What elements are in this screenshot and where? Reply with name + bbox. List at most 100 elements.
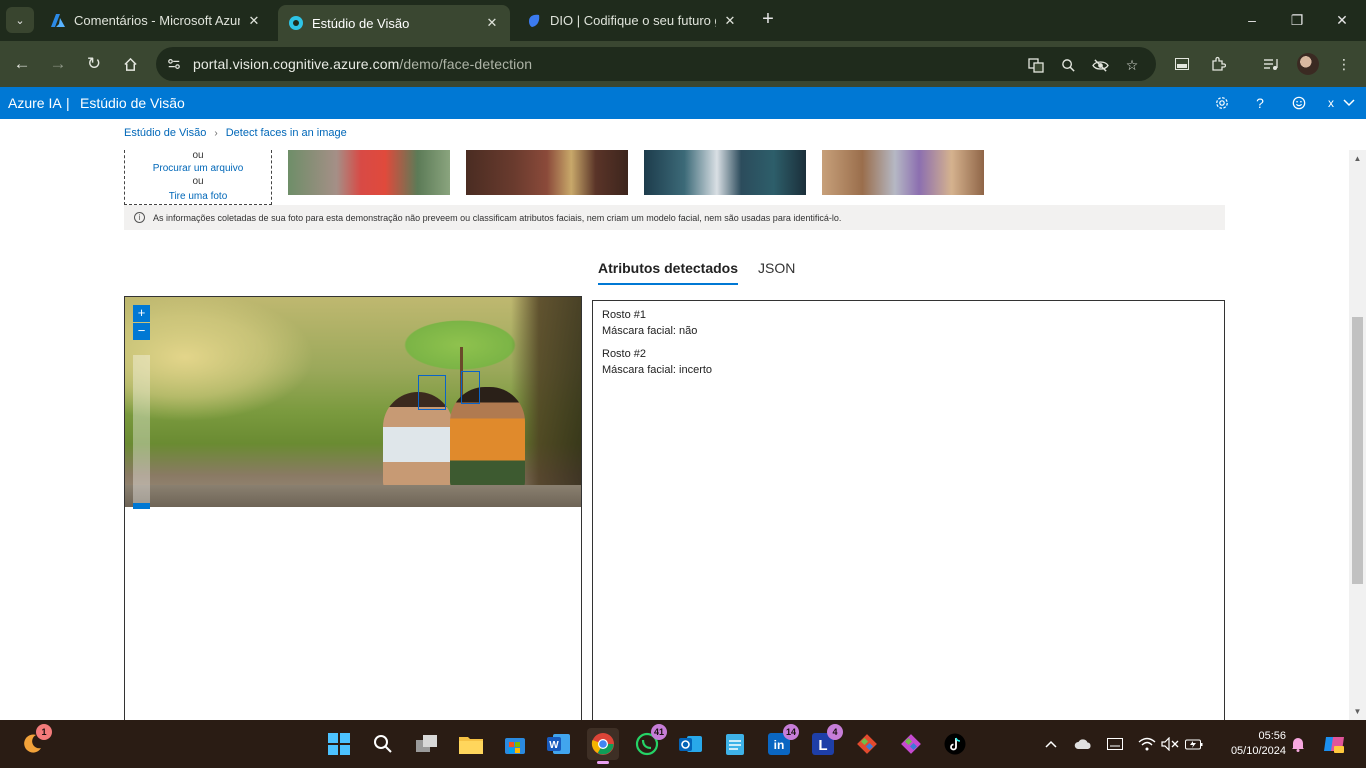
face-box-1[interactable] bbox=[418, 375, 446, 410]
face-title: Rosto #2 bbox=[602, 348, 647, 360]
side-panel-icon[interactable] bbox=[1171, 53, 1193, 75]
weather-badge: 1 bbox=[36, 724, 52, 740]
feedback-smiley-icon[interactable] bbox=[1289, 93, 1309, 113]
reload-icon[interactable]: ↻ bbox=[80, 50, 108, 78]
sample-image-people-sitting[interactable] bbox=[644, 150, 806, 195]
close-icon[interactable]: ✕ bbox=[484, 15, 500, 31]
azure-ai-brand[interactable]: Azure IA bbox=[8, 95, 62, 111]
header-separator: | bbox=[66, 95, 70, 111]
battery-charging-icon[interactable] bbox=[1184, 734, 1204, 754]
scrollbar-thumb[interactable] bbox=[1352, 317, 1363, 584]
new-tab-button[interactable]: + bbox=[757, 9, 779, 31]
chevron-down-icon[interactable] bbox=[1339, 93, 1359, 113]
sample-image-woman-red[interactable] bbox=[288, 150, 450, 195]
input-keyboard-icon[interactable] bbox=[1105, 734, 1125, 754]
vision-studio-title[interactable]: Estúdio de Visão bbox=[80, 95, 185, 111]
show-hidden-icons-chevron-icon[interactable] bbox=[1041, 734, 1061, 754]
file-explorer-icon[interactable] bbox=[455, 728, 487, 760]
git-icon[interactable] bbox=[851, 728, 883, 760]
media-controls-icon[interactable] bbox=[1260, 53, 1282, 75]
outlook-icon[interactable] bbox=[675, 728, 707, 760]
url-path: /demo/face-detection bbox=[399, 56, 533, 72]
help-icon[interactable]: ? bbox=[1250, 93, 1270, 113]
tab-vision-studio[interactable]: Estúdio de Visão ✕ bbox=[278, 5, 510, 41]
site-info-icon[interactable] bbox=[164, 54, 184, 74]
sample-image-girl-mask[interactable] bbox=[822, 150, 984, 195]
scroll-down-arrow-icon[interactable]: ▼ bbox=[1349, 703, 1366, 720]
chevron-right-icon: › bbox=[214, 127, 218, 139]
svg-text:L: L bbox=[818, 737, 827, 754]
wifi-icon[interactable] bbox=[1137, 734, 1157, 754]
notepad-icon[interactable] bbox=[719, 728, 751, 760]
close-icon[interactable]: ✕ bbox=[246, 13, 262, 29]
upload-dropzone[interactable]: ou Procurar um arquivo ou Tire uma foto bbox=[124, 150, 272, 205]
svg-text:in: in bbox=[774, 738, 785, 752]
result-tabs: Atributos detectados JSON bbox=[598, 260, 815, 285]
face-result: Rosto #2 Máscara facial: incerto bbox=[602, 346, 1215, 378]
linkedin-icon[interactable]: in 14 bbox=[763, 724, 799, 760]
microsoft-store-icon[interactable] bbox=[499, 728, 531, 760]
tab-search-chevron-icon[interactable]: ⌄ bbox=[6, 7, 34, 33]
settings-gear-icon[interactable] bbox=[1212, 93, 1232, 113]
home-icon[interactable] bbox=[116, 50, 144, 78]
copilot-icon[interactable] bbox=[1322, 732, 1346, 756]
browse-file-link[interactable]: Procurar um arquivo bbox=[125, 162, 271, 176]
tab-json[interactable]: JSON bbox=[758, 260, 795, 285]
close-icon[interactable]: ✕ bbox=[722, 13, 738, 29]
system-clock[interactable]: 05:56 05/10/2024 bbox=[1218, 729, 1286, 759]
tab-azure-comments[interactable]: Comentários - Microsoft Azure ✕ bbox=[40, 5, 272, 36]
face-mask-attribute: Máscara facial: incerto bbox=[602, 364, 713, 376]
sample-image-man-guitar[interactable] bbox=[466, 150, 628, 195]
whatsapp-icon[interactable]: 41 bbox=[631, 724, 667, 760]
back-icon[interactable]: ← bbox=[8, 50, 36, 78]
search-icon[interactable] bbox=[367, 728, 399, 760]
chrome-icon[interactable] bbox=[587, 728, 619, 764]
notifications-bell-icon[interactable] bbox=[1288, 734, 1308, 754]
onedrive-cloud-icon[interactable] bbox=[1073, 734, 1093, 754]
photo-ground bbox=[125, 485, 581, 507]
minimize-icon[interactable]: – bbox=[1240, 8, 1264, 32]
zoom-out-button[interactable]: − bbox=[133, 323, 150, 340]
tab-detected-attributes[interactable]: Atributos detectados bbox=[598, 260, 739, 285]
git-gui-icon[interactable] bbox=[895, 728, 927, 760]
start-button[interactable] bbox=[323, 728, 355, 760]
tiktok-icon[interactable] bbox=[939, 728, 971, 760]
zoom-in-button[interactable]: + bbox=[133, 305, 150, 322]
tab-title: DIO | Codifique o seu futuro glo bbox=[550, 13, 716, 28]
weather-widget[interactable]: 1 bbox=[16, 724, 52, 760]
forward-icon[interactable]: → bbox=[44, 50, 72, 78]
user-initial[interactable]: x bbox=[1321, 93, 1341, 113]
address-bar[interactable]: portal.vision.cognitive.azure.com/demo/f… bbox=[156, 47, 1156, 81]
word-icon[interactable]: W bbox=[543, 728, 575, 760]
profile-avatar[interactable] bbox=[1297, 53, 1319, 75]
take-photo-link[interactable]: Tire uma foto bbox=[125, 190, 271, 204]
window-close-icon[interactable]: ✕ bbox=[1330, 8, 1354, 32]
breadcrumb-home-link[interactable]: Estúdio de Visão bbox=[124, 127, 206, 139]
l-app-icon[interactable]: L 4 bbox=[807, 724, 843, 760]
active-app-indicator bbox=[597, 761, 609, 764]
zoom-icon[interactable] bbox=[1057, 54, 1079, 76]
clock-date: 05/10/2024 bbox=[1230, 745, 1286, 757]
zoom-slider-thumb[interactable] bbox=[133, 503, 150, 509]
browser-menu-icon[interactable]: ⋮ bbox=[1333, 53, 1355, 75]
tab-dio[interactable]: DIO | Codifique o seu futuro glo ✕ bbox=[516, 5, 748, 36]
breadcrumb-current[interactable]: Detect faces in an image bbox=[226, 127, 347, 139]
svg-text:W: W bbox=[549, 740, 559, 751]
page-scrollbar[interactable]: ▲ ▼ bbox=[1349, 150, 1366, 720]
l-app-badge: 4 bbox=[827, 724, 843, 740]
detected-attributes-panel: Rosto #1 Máscara facial: não Rosto #2 Má… bbox=[592, 300, 1225, 726]
translate-icon[interactable] bbox=[1025, 54, 1047, 76]
tab-title: Comentários - Microsoft Azure bbox=[74, 13, 240, 28]
url-text[interactable]: portal.vision.cognitive.azure.com/demo/f… bbox=[193, 56, 532, 72]
azure-icon bbox=[50, 13, 66, 29]
zoom-slider-track[interactable] bbox=[133, 355, 150, 505]
volume-muted-icon[interactable] bbox=[1160, 734, 1180, 754]
restore-icon[interactable]: ❐ bbox=[1285, 8, 1309, 32]
scroll-up-arrow-icon[interactable]: ▲ bbox=[1349, 150, 1366, 167]
breadcrumb: Estúdio de Visão › Detect faces in an im… bbox=[124, 127, 347, 139]
task-view-icon[interactable] bbox=[411, 728, 443, 760]
bookmark-star-icon[interactable]: ☆ bbox=[1121, 54, 1143, 76]
face-box-2[interactable] bbox=[461, 371, 480, 404]
extensions-icon[interactable] bbox=[1207, 53, 1229, 75]
eye-off-icon[interactable] bbox=[1089, 54, 1111, 76]
